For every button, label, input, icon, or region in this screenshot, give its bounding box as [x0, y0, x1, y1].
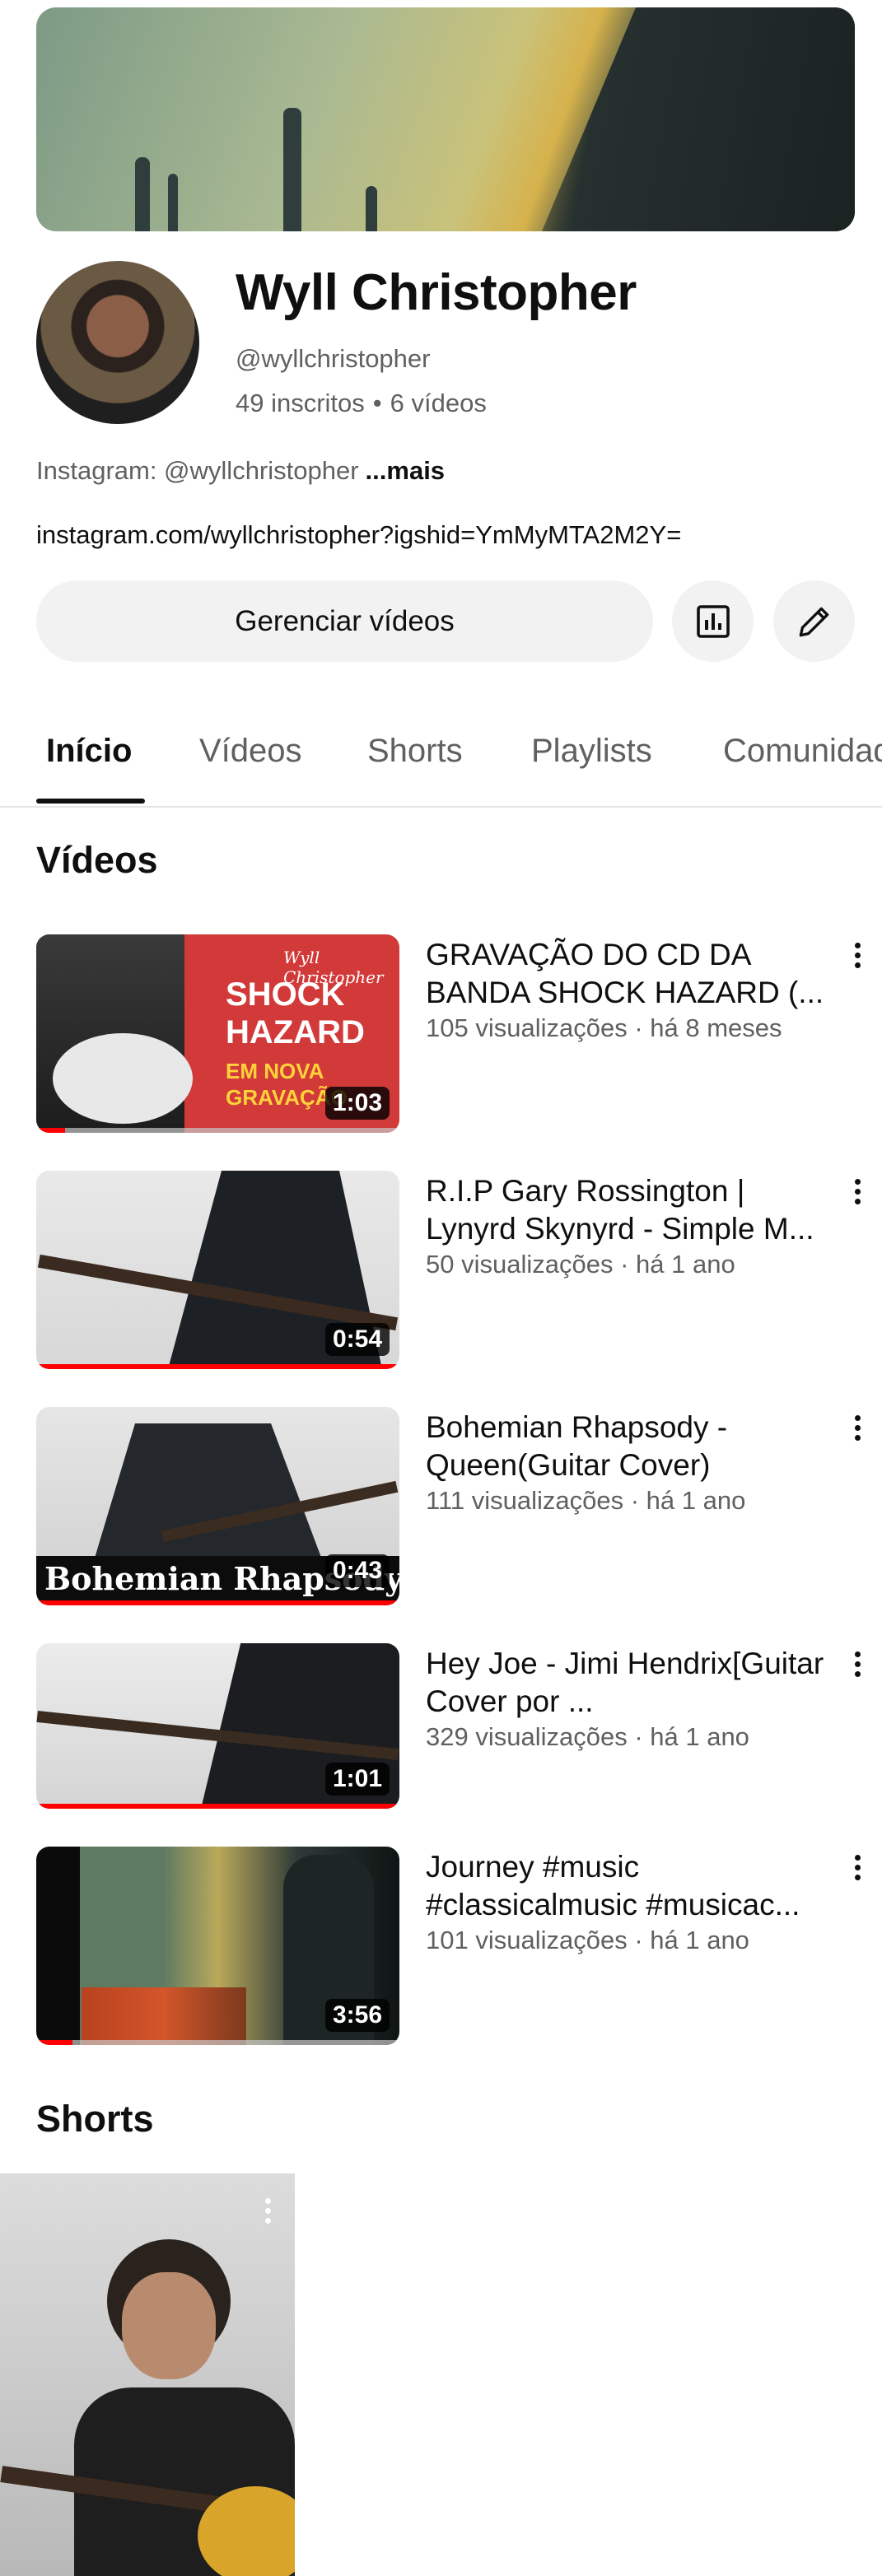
- banner-art: [366, 186, 377, 231]
- tab-videos[interactable]: Vídeos: [199, 733, 302, 770]
- channel-description[interactable]: Instagram: @wyllchristopher ...mais: [36, 456, 445, 486]
- tab-comunidade[interactable]: Comunidade: [723, 733, 882, 770]
- separator: •: [372, 389, 382, 417]
- analytics-button[interactable]: [672, 580, 754, 662]
- active-tab-indicator: [36, 799, 145, 804]
- video-thumbnail[interactable]: 3:56: [36, 1847, 399, 2045]
- banner-art: [135, 157, 150, 231]
- manage-videos-button[interactable]: Gerenciar vídeos: [36, 580, 653, 662]
- channel-name: Wyll Christopher: [236, 264, 637, 321]
- channel-link[interactable]: instagram.com/wyllchristopher?igshid=YmM…: [36, 520, 681, 550]
- watch-progress: [36, 2040, 73, 2045]
- avatar[interactable]: [36, 261, 199, 424]
- video-meta: 329 visualizações · há 1 ano: [426, 1722, 749, 1751]
- more-options-icon[interactable]: [845, 1171, 870, 1212]
- video-duration: 1:03: [324, 1087, 390, 1120]
- video-thumbnail[interactable]: Bohemian Rhapsody 0:43: [36, 1407, 399, 1605]
- more-options-icon[interactable]: [845, 1407, 870, 1448]
- more-options-icon[interactable]: [845, 1643, 870, 1684]
- watch-progress-track: [36, 1128, 399, 1133]
- thumb-line: SHOCK: [226, 976, 345, 1013]
- video-count: 6 vídeos: [390, 389, 487, 417]
- analytics-icon: [696, 604, 730, 638]
- tab-playlists[interactable]: Playlists: [531, 733, 652, 770]
- watch-progress: [36, 1364, 399, 1369]
- description-text: Instagram: @wyllchristopher: [36, 456, 359, 485]
- more-options-icon[interactable]: [845, 1847, 870, 1888]
- thumb-art: [82, 1987, 246, 2045]
- short-art-face: [122, 2272, 216, 2379]
- video-thumbnail[interactable]: 1:01: [36, 1643, 399, 1809]
- video-duration: 1:01: [324, 1763, 390, 1796]
- banner-art: [283, 108, 301, 231]
- guitar-shape: [53, 1033, 193, 1124]
- video-title[interactable]: Bohemian Rhapsody - Queen(Guitar Cover): [426, 1409, 829, 1484]
- watch-progress-track: [36, 2040, 399, 2045]
- video-title[interactable]: Hey Joe - Jimi Hendrix[Guitar Cover por …: [426, 1645, 829, 1721]
- video-duration: 0:54: [324, 1323, 390, 1356]
- tab-inicio[interactable]: Início: [46, 733, 132, 770]
- channel-tabs: Início Vídeos Shorts Playlists Comunidad…: [0, 708, 882, 808]
- watch-progress: [36, 1600, 399, 1605]
- video-title[interactable]: Journey #music #classicalmusic #musicac.…: [426, 1848, 829, 1924]
- thumb-line: HAZARD: [226, 1014, 365, 1050]
- short-thumbnail[interactable]: [0, 2173, 295, 2576]
- video-duration: 3:56: [324, 1999, 390, 2032]
- more-options-icon[interactable]: [255, 2190, 280, 2231]
- channel-handle: @wyllchristopher: [236, 344, 431, 373]
- video-meta: 101 visualizações · há 1 ano: [426, 1926, 749, 1954]
- more-link[interactable]: ...mais: [366, 456, 446, 485]
- pencil-icon: [799, 607, 828, 636]
- videos-section-title: Vídeos: [36, 839, 158, 881]
- subscriber-count: 49 inscritos: [236, 389, 365, 417]
- watch-progress: [36, 1804, 399, 1809]
- banner-art: [168, 174, 178, 231]
- thumb-art: [36, 934, 193, 1133]
- thumb-line: EM NOVA: [226, 1059, 324, 1083]
- thumb-headline: SHOCK HAZARD: [226, 976, 365, 1051]
- video-title[interactable]: R.I.P Gary Rossington | Lynyrd Skynyrd -…: [426, 1172, 829, 1248]
- banner-art: [542, 7, 855, 231]
- shorts-section-title: Shorts: [36, 2098, 154, 2140]
- video-meta: 111 visualizações · há 1 ano: [426, 1486, 746, 1515]
- video-meta: 50 visualizações · há 1 ano: [426, 1250, 735, 1279]
- video-thumbnail[interactable]: 0:54: [36, 1171, 399, 1369]
- channel-banner: [36, 7, 855, 231]
- edit-channel-button[interactable]: [773, 580, 855, 662]
- channel-stats: 49 inscritos • 6 vídeos: [236, 389, 487, 418]
- video-thumbnail[interactable]: Wyll Christopher SHOCK HAZARD EM NOVA GR…: [36, 934, 399, 1133]
- video-title[interactable]: GRAVAÇÃO DO CD DA BANDA SHOCK HAZARD (..…: [426, 936, 829, 1012]
- video-duration: 0:43: [324, 1554, 390, 1587]
- tab-shorts[interactable]: Shorts: [367, 733, 463, 770]
- video-meta: 105 visualizações · há 8 meses: [426, 1013, 782, 1042]
- more-options-icon[interactable]: [845, 934, 870, 976]
- watch-progress: [36, 1128, 66, 1133]
